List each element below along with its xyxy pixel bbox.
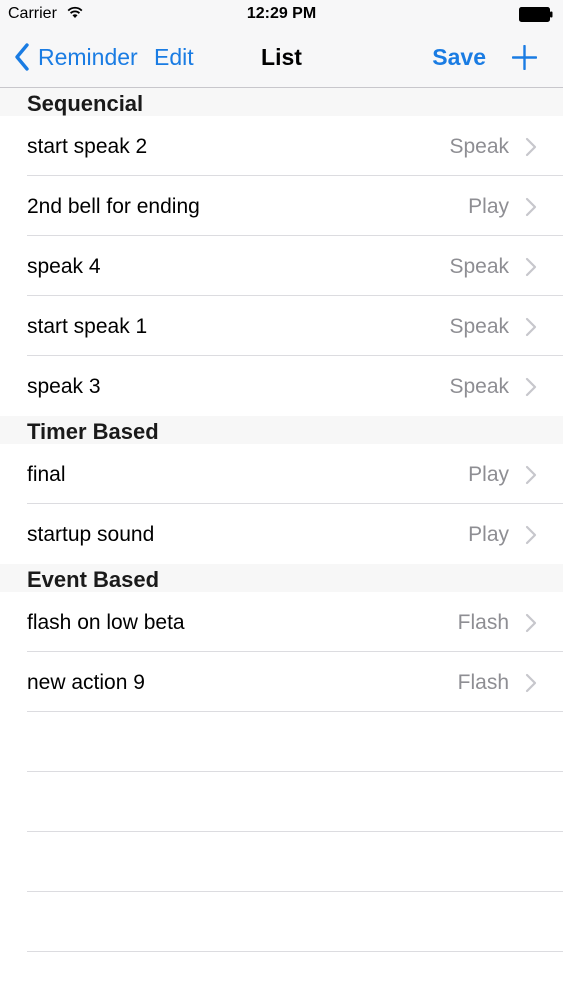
list-item-detail: Speak <box>449 315 509 338</box>
list-item-title: final <box>27 463 66 486</box>
status-time: 12:29 PM <box>246 5 317 22</box>
list-item-detail: Play <box>468 463 509 486</box>
empty-row <box>0 772 563 832</box>
list-item[interactable]: speak 3 Speak <box>0 356 563 416</box>
list-item-detail: Speak <box>449 255 509 278</box>
list-item[interactable]: startup sound Play <box>0 504 563 564</box>
list-item-detail: Flash <box>457 611 509 634</box>
empty-row <box>0 832 563 892</box>
empty-row <box>0 892 563 952</box>
section-header: Sequencial <box>0 88 563 116</box>
chevron-right-icon <box>525 317 537 337</box>
chevron-right-icon <box>525 377 537 397</box>
list-item-title: 2nd bell for ending <box>27 195 200 218</box>
chevron-right-icon <box>525 465 537 485</box>
list-item-title: new action 9 <box>27 671 145 694</box>
list-item-detail: Play <box>468 523 509 546</box>
list-item[interactable]: flash on low beta Flash <box>0 592 563 652</box>
list-item-detail: Speak <box>449 375 509 398</box>
section-header: Event Based <box>0 564 563 592</box>
list-item[interactable]: 2nd bell for ending Play <box>0 176 563 236</box>
chevron-right-icon <box>525 673 537 693</box>
save-button[interactable]: Save <box>432 44 486 71</box>
list-item-detail: Speak <box>449 135 509 158</box>
reminder-action-list: Sequencial start speak 2 Speak 2nd bell … <box>0 88 563 952</box>
list-item[interactable]: speak 4 Speak <box>0 236 563 296</box>
list-item-title: start speak 1 <box>27 315 148 338</box>
chevron-right-icon <box>525 613 537 633</box>
chevron-left-icon <box>15 43 29 71</box>
edit-button[interactable]: Edit <box>154 44 194 71</box>
list-item-title: speak 3 <box>27 375 101 398</box>
battery-icon <box>519 7 553 22</box>
list-item[interactable]: start speak 1 Speak <box>0 296 563 356</box>
list-item[interactable]: final Play <box>0 444 563 504</box>
navigation-bar: Reminder Edit List Save <box>0 28 563 88</box>
list-item-title: start speak 2 <box>27 135 148 158</box>
back-button-label: Reminder <box>38 43 138 70</box>
chevron-right-icon <box>525 257 537 277</box>
list-item-title: flash on low beta <box>27 611 185 634</box>
section-header: Timer Based <box>0 416 563 444</box>
list-item-detail: Play <box>468 195 509 218</box>
chevron-right-icon <box>525 197 537 217</box>
list-item-title: speak 4 <box>27 255 101 278</box>
list-item[interactable]: start speak 2 Speak <box>0 116 563 176</box>
back-button[interactable]: Reminder <box>14 42 138 72</box>
empty-row <box>0 712 563 772</box>
chevron-right-icon <box>525 525 537 545</box>
list-item-title: startup sound <box>27 523 155 546</box>
add-icon[interactable] <box>512 45 537 70</box>
status-bar: Carrier 12:29 PM <box>0 0 563 28</box>
list-item-detail: Flash <box>457 671 509 694</box>
chevron-right-icon <box>525 137 537 157</box>
list-item[interactable]: new action 9 Flash <box>0 652 563 712</box>
